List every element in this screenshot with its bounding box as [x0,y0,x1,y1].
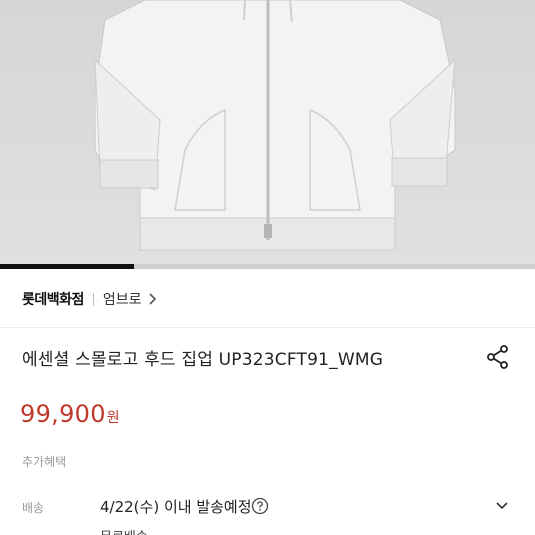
free-shipping-note: 무료배송 [100,526,148,535]
chevron-down-icon[interactable] [495,501,509,511]
store-name[interactable]: 롯데백화점 [22,289,84,309]
store-brand-row: 롯데백화점 엄브로 [22,287,158,311]
product-image[interactable] [0,0,535,265]
extra-benefit-label[interactable]: 추가혜택 [22,453,66,470]
brand-separator [92,292,94,306]
share-icon[interactable] [485,344,511,370]
delivery-label: 배송 [22,501,45,515]
hoodie-illustration [94,0,456,251]
image-carousel-progress [0,264,535,269]
chevron-right-icon[interactable] [148,292,158,306]
brand-link[interactable]: 엄브로 [103,289,142,309]
section-divider [0,327,535,328]
question-circle-icon[interactable] [251,497,269,515]
price-value: 99,900 [20,400,106,428]
product-price: 99,900원 [20,400,120,428]
product-title: 에센셜 스몰로고 후드 집업 UP323CFT91_WMG [22,350,384,370]
delivery-date: 4/22(수) 이내 발송예정 [100,498,252,516]
price-currency: 원 [106,410,120,426]
image-carousel-progress-fill [0,264,134,269]
